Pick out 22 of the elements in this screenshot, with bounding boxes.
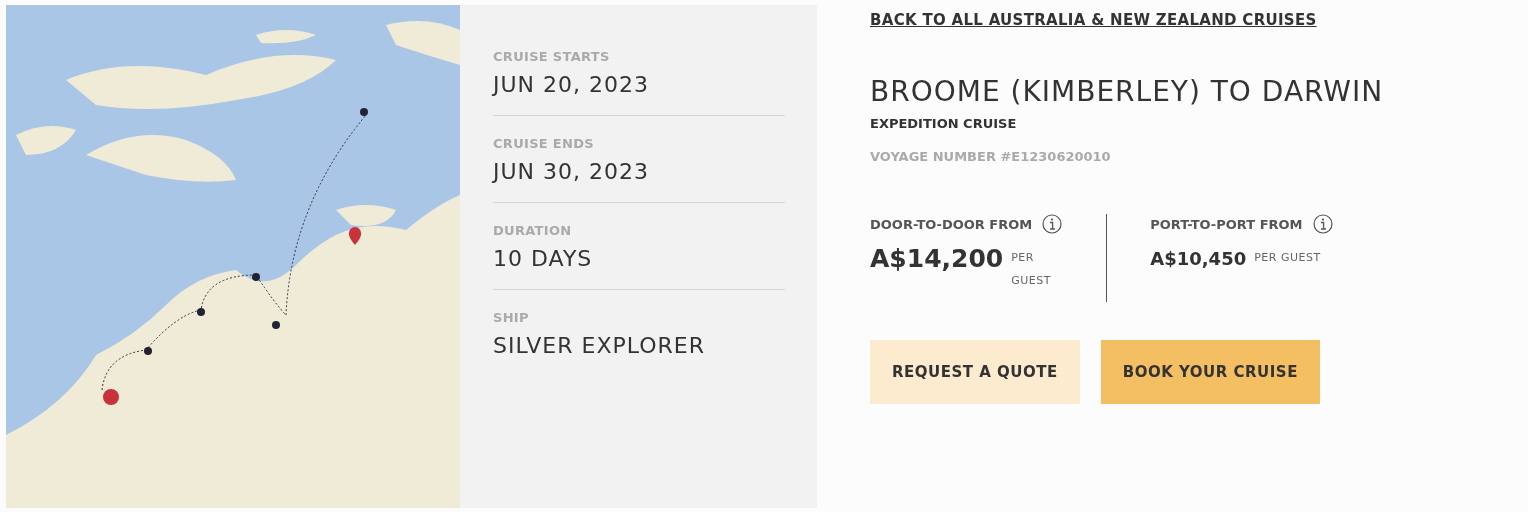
cruise-type: EXPEDITION CRUISE (870, 116, 1017, 131)
voyage-number: VOYAGE NUMBER #E1230620010 (870, 149, 1111, 164)
detail-label: CRUISE STARTS (493, 49, 611, 64)
price-label: DOOR-TO-DOOR FROM (870, 216, 1033, 232)
quote-button[interactable]: REQUEST A QUOTE (870, 340, 1080, 404)
detail-value: JUN 20, 2023 (493, 72, 650, 97)
book-button[interactable]: BOOK YOUR CRUISE (1100, 340, 1320, 404)
detail-label: SHIP (493, 310, 530, 325)
detail-value: 10 DAYS (493, 246, 594, 271)
detail-value: SILVER EXPLORER (493, 333, 707, 358)
detail-label: DURATION (493, 223, 573, 238)
price-amount: A$10,450 (1150, 248, 1247, 269)
price-label: PORT-TO-PORT FROM (1150, 216, 1303, 232)
cruise-title: BROOME (KIMBERLEY) TO DARWIN (870, 75, 1384, 108)
price-unit: PER GUEST (1011, 250, 1052, 289)
info-icon[interactable] (1312, 214, 1333, 234)
info-icon[interactable] (1042, 214, 1063, 234)
detail-value: JUN 30, 2023 (493, 159, 650, 184)
price-unit: PER GUEST (1254, 250, 1321, 266)
price-amount: A$14,200 (870, 244, 1004, 273)
detail-label: CRUISE ENDS (493, 136, 595, 151)
back-link[interactable]: BACK TO ALL AUSTRALIA & NEW ZEALAND CRUISES (870, 11, 1317, 29)
